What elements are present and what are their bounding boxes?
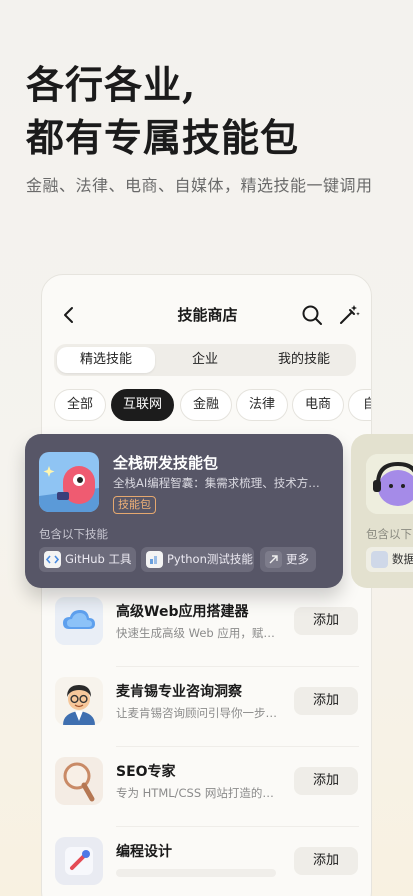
skill-pill-data[interactable]: 数据: [366, 547, 413, 572]
contains-label: 包含以下技能: [39, 527, 108, 541]
code-brackets-icon: [44, 551, 61, 568]
list-item[interactable]: 麦肯锡专业咨询洞察 让麦肯锡咨询顾问引导你一步一… 添加: [42, 667, 371, 747]
headline-line-1: 各行各业,: [26, 62, 197, 107]
list-item[interactable]: SEO专家 专为 HTML/CSS 网站打造的智… 添加: [42, 747, 371, 827]
add-button[interactable]: 添加: [294, 607, 358, 635]
skill-name: 麦肯锡专业咨询洞察: [116, 684, 242, 700]
featured-desc: 全栈AI编程智囊：集需求梳理、技术方…: [113, 476, 320, 490]
chip-all[interactable]: 全部: [54, 389, 106, 421]
skill-desc: 专为 HTML/CSS 网站打造的智…: [116, 786, 284, 800]
chip-finance[interactable]: 金融: [180, 389, 232, 421]
more-skills-pill[interactable]: 更多: [260, 547, 316, 572]
cloud-icon: [55, 597, 103, 645]
consultant-avatar-icon: [55, 677, 103, 725]
featured-title: 全栈研发技能包: [113, 454, 219, 472]
support-bot-icon: [366, 454, 413, 514]
skill-pill-github[interactable]: GitHub 工具: [39, 547, 136, 572]
headline-line-2: 都有专属技能包: [26, 115, 300, 160]
skill-pill-label: Python测试技能: [167, 552, 253, 566]
top-bar: 技能商店: [42, 301, 371, 329]
search-icon[interactable]: [300, 303, 324, 327]
tab-my-skills[interactable]: 我的技能: [255, 347, 353, 373]
add-button[interactable]: 添加: [294, 847, 358, 875]
skill-pack-badge: 技能包: [113, 496, 156, 514]
featured-skill-pack-card[interactable]: 全栈研发技能包 全栈AI编程智囊：集需求梳理、技术方… 技能包 包含以下技能 G…: [25, 434, 343, 588]
robot-mascot-icon: [39, 452, 99, 512]
segment-tabs: 精选技能 企业 我的技能: [54, 344, 356, 376]
tab-enterprise[interactable]: 企业: [156, 347, 254, 373]
arrow-up-right-icon: [265, 551, 282, 568]
skill-name: SEO专家: [116, 764, 176, 780]
magnifier-icon: [55, 757, 103, 805]
magic-wand-icon[interactable]: [337, 303, 361, 327]
promo-headline: 各行各业, 都有专属技能包: [26, 58, 299, 164]
list-item[interactable]: 编程设计 添加: [42, 827, 371, 896]
skill-desc: 快速生成高级 Web 应用，赋能…: [116, 626, 284, 640]
skill-pill-label: GitHub 工具: [65, 552, 132, 566]
skill-name: 高级Web应用搭建器: [116, 604, 249, 620]
chip-internet[interactable]: 互联网: [111, 389, 174, 421]
data-chart-icon: [371, 551, 388, 568]
chip-law[interactable]: 法律: [236, 389, 288, 421]
add-button[interactable]: 添加: [294, 687, 358, 715]
skill-pill-label: 数据: [392, 552, 413, 566]
add-button[interactable]: 添加: [294, 767, 358, 795]
chip-ecommerce[interactable]: 电商: [292, 389, 344, 421]
skill-desc: 让麦肯锡咨询顾问引导你一步一…: [116, 706, 284, 720]
category-chips: 全部 互联网 金融 法律 电商 自: [54, 389, 371, 421]
chip-self-media[interactable]: 自: [348, 389, 371, 421]
code-tools-icon: [55, 837, 103, 885]
tab-featured[interactable]: 精选技能: [57, 347, 155, 373]
skill-pill-python[interactable]: Python测试技能: [141, 547, 254, 572]
skill-desc-placeholder: [116, 869, 276, 877]
promo-tagline: 金融、法律、电商、自媒体，精选技能一键调用: [26, 176, 373, 195]
contains-label: 包含以下: [366, 527, 412, 541]
skill-name: 编程设计: [116, 844, 172, 860]
list-item[interactable]: 高级Web应用搭建器 快速生成高级 Web 应用，赋能… 添加: [42, 587, 371, 667]
skill-pill-label: 更多: [286, 552, 309, 566]
python-test-icon: [146, 551, 163, 568]
next-skill-pack-card[interactable]: 包含以下 数据: [351, 434, 413, 588]
